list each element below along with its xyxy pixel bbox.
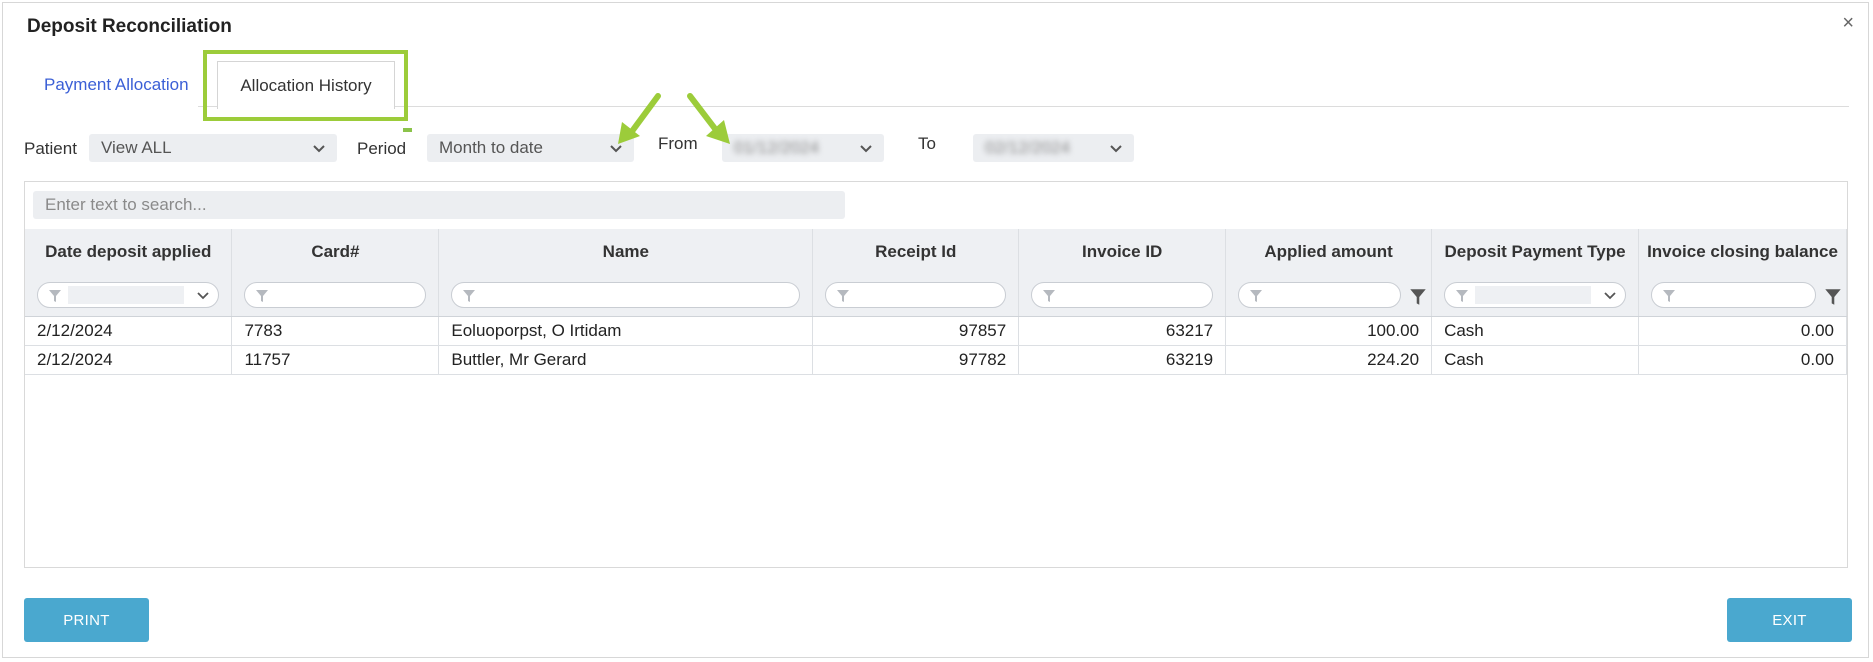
column-header-card[interactable]: Card# — [231, 229, 440, 273]
table-row[interactable]: 2/12/2024 7783 Eoluoporpst, O Irtidam 97… — [25, 316, 1847, 346]
filter-payment-type-shade — [1475, 285, 1592, 304]
filter-funnel-icon — [49, 289, 61, 302]
patient-label: Patient — [24, 139, 77, 158]
filter-cell-card — [231, 273, 440, 317]
cell-card: 11757 — [231, 345, 440, 375]
table-row[interactable]: 2/12/2024 11757 Buttler, Mr Gerard 97782… — [25, 345, 1847, 375]
chevron-down-icon — [1604, 291, 1616, 299]
column-header-applied-amount[interactable]: Applied amount — [1225, 229, 1433, 273]
tab-payment-allocation[interactable]: Payment Allocation — [44, 75, 189, 95]
cell-card: 7783 — [231, 316, 440, 346]
cell-invoice-closing-balance: 0.00 — [1638, 345, 1847, 375]
cell-receipt-id: 97782 — [812, 345, 1020, 375]
period-label: Period — [357, 139, 407, 158]
column-header-date[interactable]: Date deposit applied — [25, 229, 233, 273]
cell-deposit-payment-type: Cash — [1431, 345, 1640, 375]
filter-funnel-icon — [463, 289, 476, 302]
filter-funnel-icon — [1043, 289, 1056, 302]
to-date-value: 02/12/2024 — [985, 138, 1071, 157]
tab-allocation-history[interactable]: Allocation History — [217, 61, 395, 109]
filter-funnel-icon — [1456, 289, 1469, 302]
from-date-select[interactable]: 01/12/2024 — [722, 134, 884, 162]
column-header-receipt-id[interactable]: Receipt Id — [812, 229, 1020, 273]
to-date-select[interactable]: 02/12/2024 — [973, 134, 1134, 162]
search-input[interactable]: Enter text to search... — [33, 191, 845, 219]
filter-funnel-icon — [837, 289, 850, 302]
filter-cell-receipt-id — [812, 273, 1020, 317]
patient-select[interactable]: View ALL — [89, 134, 337, 162]
from-date-value: 01/12/2024 — [734, 138, 820, 157]
filter-cell-deposit-payment-type — [1431, 273, 1640, 317]
period-select-value: Month to date — [439, 138, 543, 157]
filter-cell-date — [25, 273, 233, 317]
column-header-deposit-payment-type[interactable]: Deposit Payment Type — [1431, 229, 1640, 273]
cell-applied-amount: 224.20 — [1225, 345, 1433, 375]
cell-date: 2/12/2024 — [25, 345, 233, 375]
column-header-invoice-id[interactable]: Invoice ID — [1018, 229, 1227, 273]
chevron-down-icon — [313, 145, 325, 153]
column-header-name[interactable]: Name — [438, 229, 814, 273]
filter-cell-invoice-id — [1018, 273, 1227, 317]
filter-cell-applied-amount — [1225, 273, 1433, 317]
cell-invoice-closing-balance: 0.00 — [1638, 316, 1847, 346]
filter-invoice-closing-balance-input[interactable] — [1651, 281, 1816, 308]
filter-card-input[interactable] — [244, 281, 427, 308]
search-placeholder: Enter text to search... — [45, 195, 207, 214]
tab-divider — [198, 106, 1849, 107]
filter-cell-invoice-closing-balance — [1638, 273, 1847, 317]
column-header-invoice-closing-balance[interactable]: Invoice closing balance — [1638, 229, 1847, 273]
chevron-down-icon — [197, 291, 210, 299]
cell-invoice-id: 63219 — [1018, 345, 1227, 375]
filter-invoice-id-input[interactable] — [1031, 281, 1214, 308]
annotation-arrow-icon — [618, 93, 661, 144]
filter-cell-name — [438, 273, 814, 317]
highlight-annotation-mark — [403, 128, 412, 132]
filter-applied-amount-input[interactable] — [1238, 281, 1402, 308]
annotation-arrow-icon — [687, 93, 730, 144]
print-button[interactable]: PRINT — [24, 598, 149, 642]
to-label: To — [918, 134, 936, 153]
patient-select-value: View ALL — [101, 138, 172, 157]
cell-deposit-payment-type: Cash — [1431, 316, 1640, 346]
filter-funnel-icon — [256, 289, 269, 302]
filter-date-input[interactable] — [37, 281, 220, 308]
cell-date: 2/12/2024 — [25, 316, 233, 346]
period-select[interactable]: Month to date — [427, 134, 634, 162]
cell-name: Buttler, Mr Gerard — [438, 345, 814, 375]
filter-deposit-payment-type-input[interactable] — [1444, 281, 1627, 308]
cell-receipt-id: 97857 — [812, 316, 1020, 346]
exit-button[interactable]: EXIT — [1727, 598, 1852, 642]
close-icon[interactable]: × — [1842, 13, 1854, 33]
filter-funnel-icon — [1250, 289, 1263, 302]
allocation-table: Date deposit applied Card# Name Receipt … — [25, 229, 1847, 375]
tab-allocation-history-label: Allocation History — [240, 75, 372, 95]
cell-applied-amount: 100.00 — [1225, 316, 1433, 346]
filter-name-input[interactable] — [451, 281, 801, 308]
filter-date-shade — [68, 285, 185, 304]
filter-funnel-icon — [1663, 289, 1676, 302]
cell-invoice-id: 63217 — [1018, 316, 1227, 346]
filter-operator-icon[interactable] — [1409, 288, 1427, 306]
chevron-down-icon — [860, 145, 872, 153]
cell-name: Eoluoporpst, O Irtidam — [438, 316, 814, 346]
chevron-down-icon — [1110, 145, 1122, 153]
dialog-title: Deposit Reconciliation — [27, 16, 232, 37]
filter-receipt-id-input[interactable] — [825, 281, 1007, 308]
filter-operator-icon[interactable] — [1824, 288, 1842, 306]
